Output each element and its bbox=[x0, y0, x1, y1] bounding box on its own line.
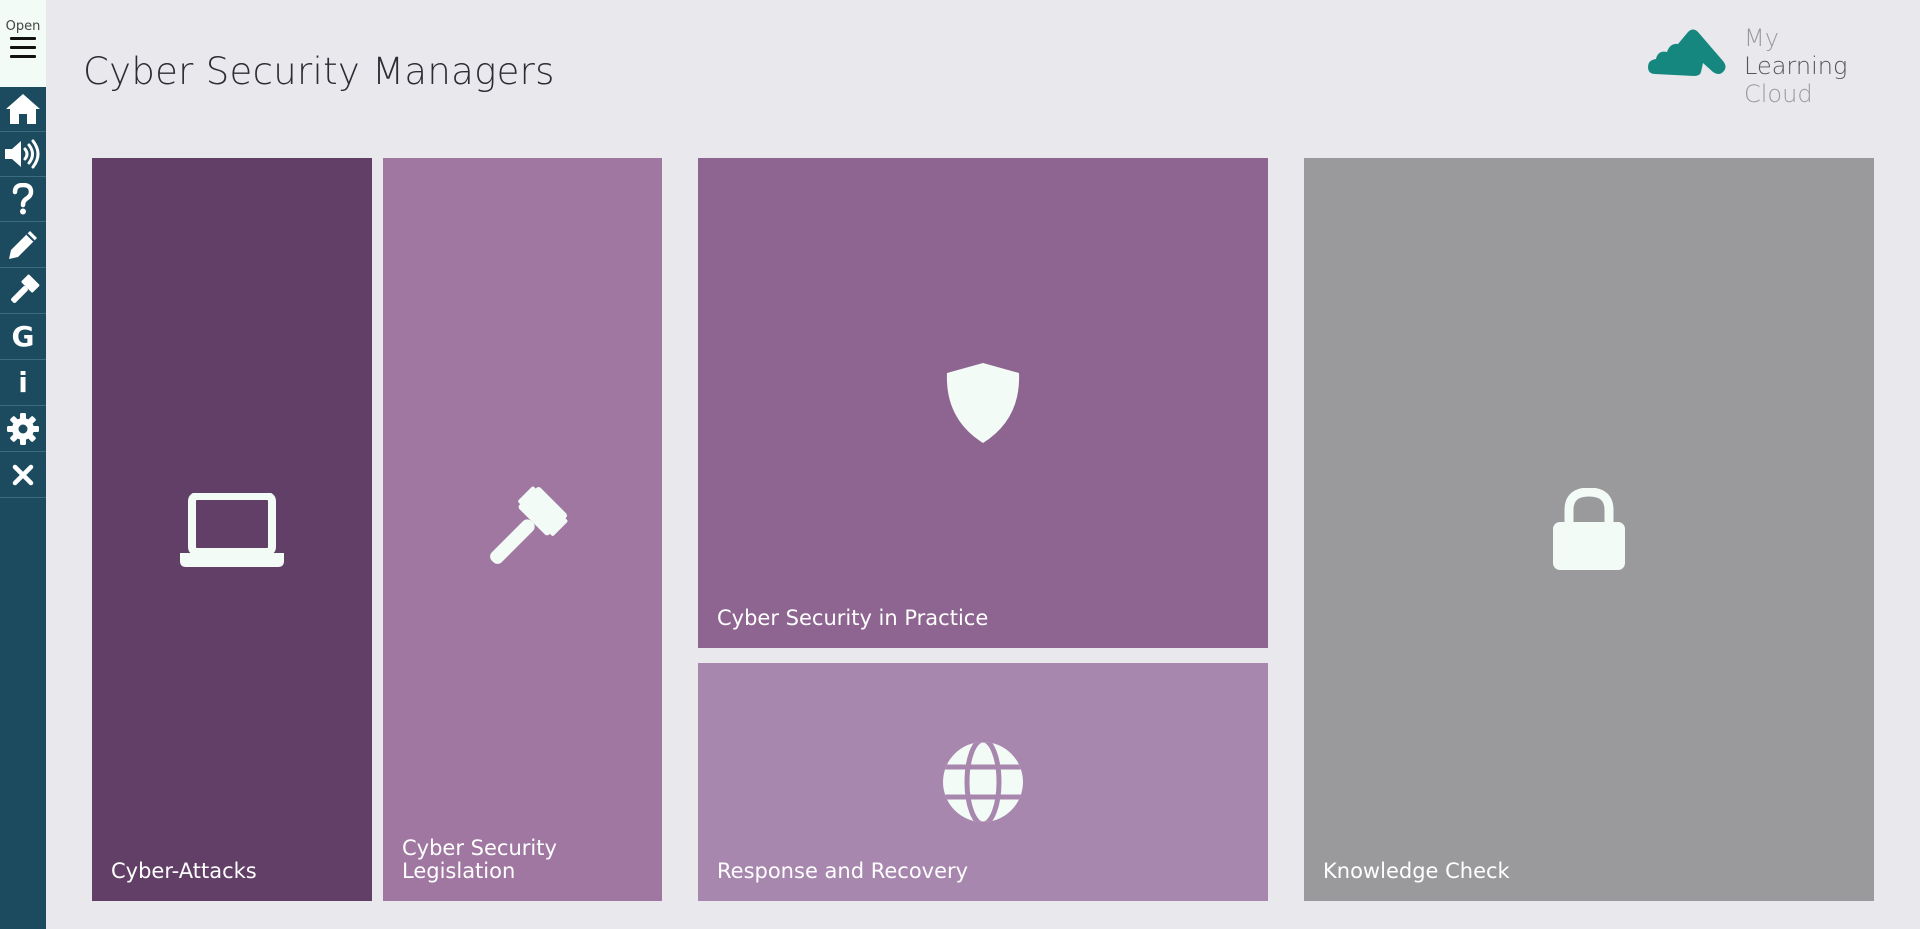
tile-cyber-security-in-practice[interactable]: Cyber Security in Practice bbox=[698, 158, 1268, 648]
tile-label: Cyber Security in Practice bbox=[717, 606, 989, 630]
logo-text: My Learning Cloud bbox=[1744, 24, 1887, 108]
close-icon bbox=[12, 464, 34, 486]
logo-text-my: My bbox=[1744, 24, 1779, 52]
tile-knowledge-check[interactable]: Knowledge Check bbox=[1304, 158, 1874, 901]
logo-text-cloud: Cloud bbox=[1744, 80, 1813, 108]
globe-icon bbox=[943, 742, 1023, 822]
tile-cyber-security-legislation[interactable]: Cyber Security Legislation bbox=[383, 158, 662, 901]
cloud-logo-icon bbox=[1648, 29, 1726, 76]
gear-icon bbox=[7, 413, 39, 445]
pencil-icon bbox=[9, 231, 37, 259]
sidebar-item-glossary[interactable]: G bbox=[0, 315, 46, 360]
sidebar-item-info[interactable]: i bbox=[0, 361, 46, 406]
sidebar-item-notes[interactable] bbox=[0, 223, 46, 268]
gavel-icon bbox=[489, 486, 567, 564]
gavel-icon bbox=[11, 274, 40, 303]
hamburger-icon bbox=[10, 37, 36, 64]
menu-open-button[interactable]: Open bbox=[0, 0, 46, 87]
tile-label: Cyber-Attacks bbox=[111, 859, 257, 883]
sidebar-item-help[interactable] bbox=[0, 177, 46, 222]
sidebar-item-tools[interactable] bbox=[0, 269, 46, 314]
menu-open-label: Open bbox=[5, 19, 41, 34]
shield-icon bbox=[946, 363, 1020, 443]
my-learning-cloud-logo: My Learning Cloud bbox=[1647, 24, 1887, 108]
info-icon: i bbox=[18, 366, 28, 399]
sidebar-item-close[interactable] bbox=[0, 453, 46, 498]
tile-response-and-recovery[interactable]: Response and Recovery bbox=[698, 663, 1268, 901]
g-icon: G bbox=[11, 320, 35, 353]
tile-label: Cyber Security Legislation bbox=[402, 836, 557, 883]
sidebar-item-audio[interactable] bbox=[0, 132, 46, 177]
sidebar-item-settings[interactable] bbox=[0, 407, 46, 452]
logo-text-learning: Learning bbox=[1744, 52, 1848, 80]
tile-label: Knowledge Check bbox=[1323, 859, 1510, 883]
page-title: Cyber Security Managers bbox=[83, 50, 555, 93]
sidebar-item-home[interactable] bbox=[0, 87, 46, 132]
tile-label: Response and Recovery bbox=[717, 859, 969, 883]
volume-icon bbox=[5, 139, 40, 169]
home-icon bbox=[6, 94, 40, 124]
sidebar: Open G i bbox=[0, 0, 46, 929]
tile-cyber-attacks[interactable]: Cyber-Attacks bbox=[92, 158, 372, 901]
laptop-icon bbox=[180, 493, 284, 567]
question-icon bbox=[12, 183, 34, 215]
lock-icon bbox=[1553, 488, 1625, 570]
